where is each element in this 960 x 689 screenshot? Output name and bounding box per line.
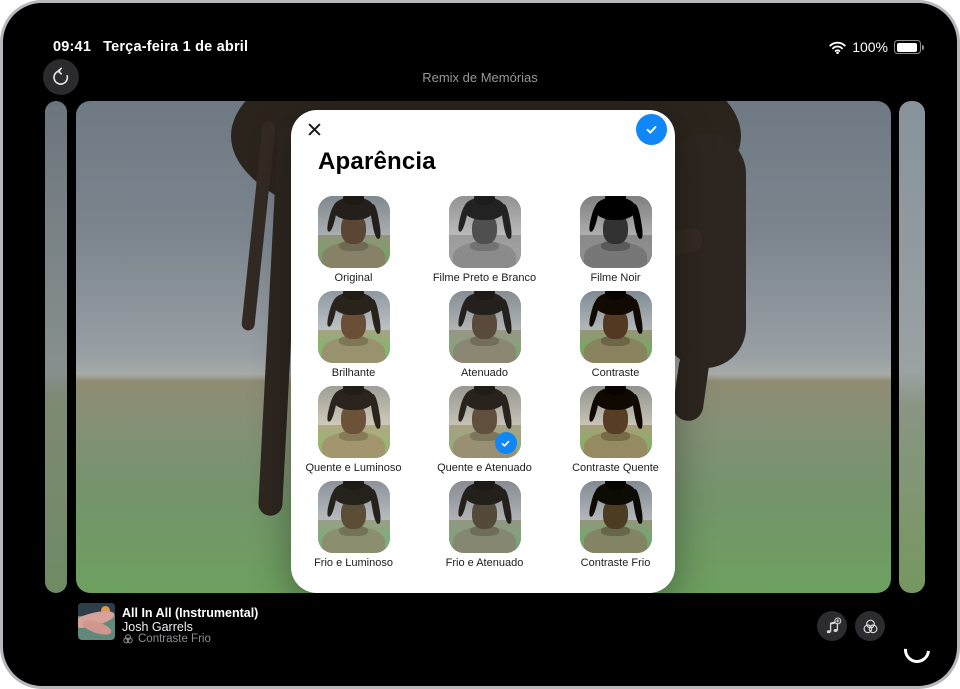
filter-thumbnail[interactable] (579, 386, 652, 458)
filter-thumbnail[interactable] (448, 386, 521, 458)
page-title: Remix de Memórias (422, 70, 538, 85)
thumbnail-scene (317, 196, 390, 268)
filter-label: Filme Preto e Branco (432, 272, 537, 284)
filter-thumbnail[interactable] (317, 196, 390, 268)
applied-filter-label: Contraste Frio (138, 633, 211, 645)
status-bar-right: 100% (829, 39, 924, 55)
previous-memory-card[interactable] (45, 101, 67, 593)
filter-label: Frio e Luminoso (314, 557, 393, 569)
filter-thumbnail[interactable] (579, 481, 652, 553)
filter-thumbnail[interactable] (317, 481, 390, 553)
album-art (78, 603, 115, 640)
filter-option-frio-e-atenuado[interactable]: Frio e Atenuado (419, 481, 550, 569)
filter-thumbnail[interactable] (579, 291, 652, 363)
next-memory-card[interactable] (899, 101, 925, 593)
thumbnail-scene (579, 481, 652, 553)
add-music-button[interactable] (817, 611, 847, 641)
selected-check-badge (494, 432, 517, 454)
filter-option-frio-e-luminoso[interactable]: Frio e Luminoso (288, 481, 419, 569)
thumbnail-scene (579, 196, 652, 268)
appearance-panel: Aparência Original Filme Preto e Branco … (291, 110, 675, 593)
thumbnail-scene (448, 196, 521, 268)
filter-thumbnail[interactable] (448, 196, 521, 268)
filter-option-original[interactable]: Original (288, 196, 419, 284)
thumbnail-scene (448, 481, 521, 553)
filter-option-contraste-quente[interactable]: Contraste Quente (550, 386, 681, 474)
filter-option-brilhante[interactable]: Brilhante (288, 291, 419, 379)
corner-arc-decoration (898, 631, 936, 669)
filter-thumbnail[interactable] (317, 386, 390, 458)
status-bar-left: 09:41 Terça-feira 1 de abril (53, 39, 248, 55)
filter-thumbnail[interactable] (448, 291, 521, 363)
applied-filter-row: Contraste Frio (122, 633, 211, 645)
music-note-plus-icon (823, 617, 842, 636)
thumbnail-scene (317, 291, 390, 363)
status-date: Terça-feira 1 de abril (103, 39, 249, 55)
thumbnail-scene (448, 291, 521, 363)
filter-option-quente-e-luminoso[interactable]: Quente e Luminoso (288, 386, 419, 474)
song-title: All In All (Instrumental) (122, 606, 259, 620)
filter-option-filme-preto-e-branco[interactable]: Filme Preto e Branco (419, 196, 550, 284)
filter-label: Contraste Quente (572, 462, 659, 474)
filter-thumbnail[interactable] (448, 481, 521, 553)
confirm-button[interactable] (636, 114, 667, 145)
thumbnail-scene (317, 481, 390, 553)
close-button[interactable] (299, 114, 330, 145)
filters-icon (861, 617, 880, 636)
panel-title: Aparência (318, 148, 436, 175)
filter-thumbnail[interactable] (317, 291, 390, 363)
filter-label: Contraste Frio (580, 557, 651, 569)
filter-label: Quente e Luminoso (305, 462, 402, 474)
filter-option-contraste[interactable]: Contraste (550, 291, 681, 379)
wifi-icon (829, 41, 846, 54)
filter-label: Frio e Atenuado (445, 557, 524, 569)
filter-option-contraste-frio[interactable]: Contraste Frio (550, 481, 681, 569)
filter-label: Brilhante (331, 367, 376, 379)
battery-percent: 100% (852, 39, 888, 55)
thumbnail-scene (579, 386, 652, 458)
ipad-device-frame: 09:41 Terça-feira 1 de abril 100% Remix … (0, 0, 960, 689)
thumbnail-scene (317, 386, 390, 458)
filter-label: Atenuado (460, 367, 509, 379)
filter-label: Original (334, 272, 373, 284)
filters-button[interactable] (855, 611, 885, 641)
filters-mini-icon (122, 633, 134, 645)
battery-icon (894, 40, 924, 54)
filter-option-quente-e-atenuado[interactable]: Quente e Atenuado (419, 386, 550, 474)
status-time: 09:41 (53, 39, 92, 55)
filter-label: Quente e Atenuado (437, 462, 532, 474)
filter-label: Filme Noir (590, 272, 641, 284)
close-icon (307, 122, 322, 137)
filter-option-atenuado[interactable]: Atenuado (419, 291, 550, 379)
filter-option-filme-noir[interactable]: Filme Noir (550, 196, 681, 284)
filter-label: Contraste (591, 367, 640, 379)
checkmark-icon (643, 121, 660, 138)
thumbnail-scene (579, 291, 652, 363)
song-artist: Josh Garrels (122, 620, 193, 634)
filter-grid: Original Filme Preto e Branco Filme Noir… (291, 196, 675, 586)
filter-thumbnail[interactable] (579, 196, 652, 268)
